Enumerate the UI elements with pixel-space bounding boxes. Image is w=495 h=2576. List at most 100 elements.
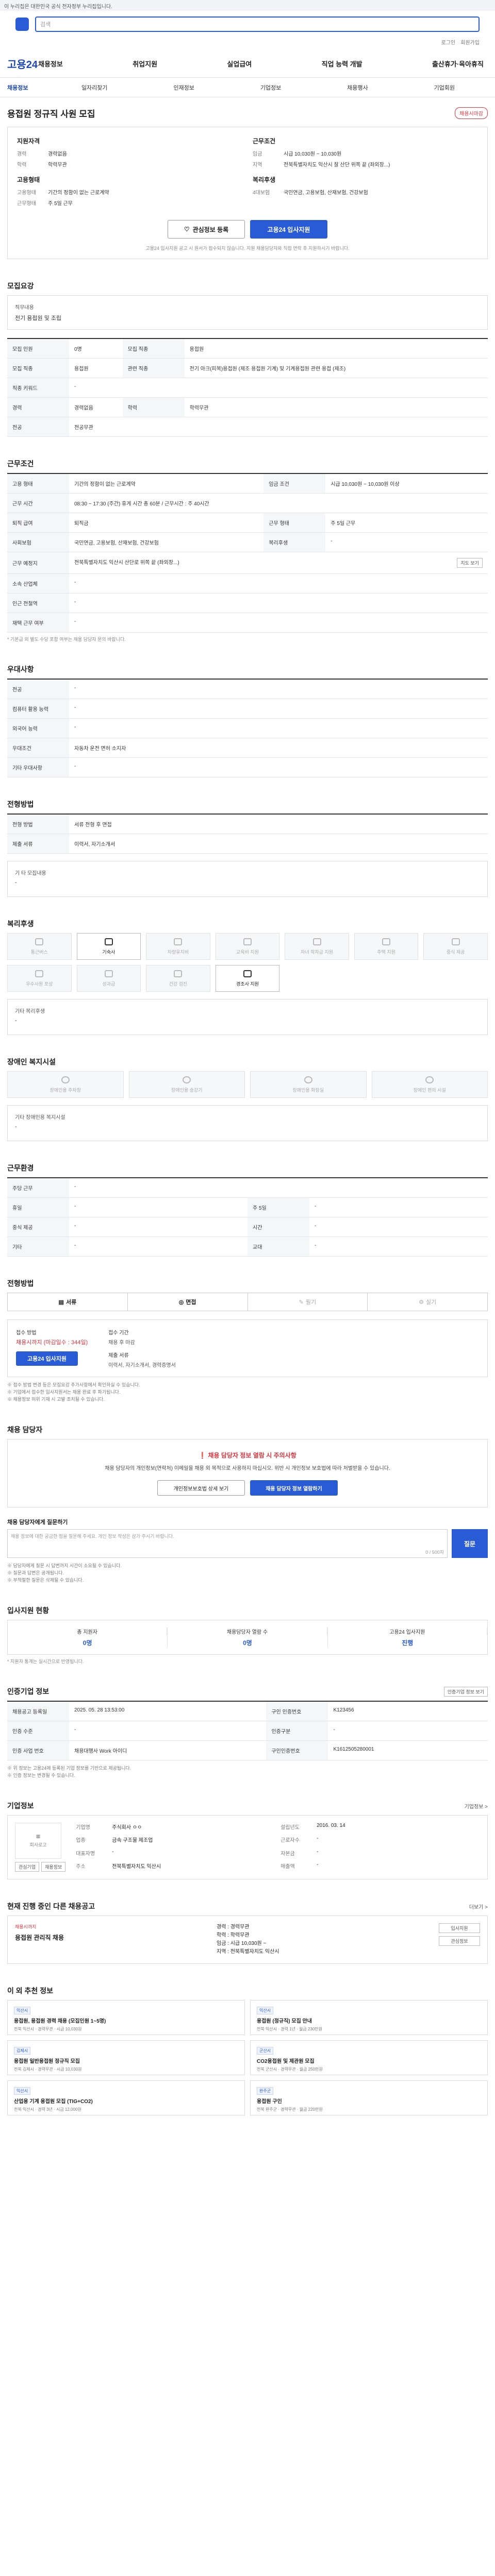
heart-icon: ♡ bbox=[184, 226, 190, 233]
privacy-law-button[interactable]: 개인정보보호법 상세 보기 bbox=[157, 1480, 245, 1496]
table-key: 제출 서류 bbox=[7, 834, 69, 854]
car-icon bbox=[174, 938, 183, 945]
lnb-item-find[interactable]: 일자리찾기 bbox=[81, 83, 108, 92]
recommend-card[interactable]: 김제시 용접원 일반용접원 정규직 모집 전북 김제시 · 경력무관 · 시급 10… bbox=[7, 2040, 245, 2075]
table-value: - bbox=[69, 699, 488, 719]
disabled-icons: 장애인용 주차장 장애인용 승강기 장애인용 화장실 장애인 편의 시설 bbox=[7, 1071, 488, 1098]
view-contact-button[interactable]: 채용 담당자 정보 열람하기 bbox=[250, 1480, 338, 1496]
status-note: * 지원자 통계는 실시간으로 반영됩니다. bbox=[7, 1659, 84, 1664]
welfare-label: 통근버스 bbox=[30, 949, 48, 955]
welfare-icons: 통근버스 기숙사 차량유지비 교육비 지원 자녀 학자금 지원 주택 지원 중식… bbox=[7, 933, 488, 992]
follow-company-button[interactable]: 관심기업 bbox=[15, 1862, 40, 1872]
recommend-card[interactable]: 익산시 산업용 기계 용접원 모집 (TIG+CO2) 전북 익산시 · 경력 3년… bbox=[7, 2080, 245, 2115]
other-job-title[interactable]: 용접원 관리직 채용 bbox=[15, 1933, 209, 1942]
welfare-etc-value: - bbox=[15, 1018, 17, 1024]
recommend-card[interactable]: 군산시 CO2용접원 및 제관원 모집 전북 군산시 · 경력무관 · 월급 250… bbox=[250, 2040, 488, 2075]
company-box: ▦ 회사로고 관심기업 채용정보 기업명 주식회사 ㅇㅇ 설립년도 2016. 03. … bbox=[7, 1815, 488, 1879]
scrap-button[interactable]: ♡ 관심정보 등록 bbox=[168, 220, 245, 239]
graduation-icon bbox=[312, 938, 321, 945]
welfare-etc-label: 기타 복리후생 bbox=[15, 1009, 45, 1014]
table-key: 기타 bbox=[7, 1236, 69, 1257]
apply-period: 접수 기간 채용 후 마감 제출 서류 이력서, 자기소개서, 경력증명서 bbox=[108, 1328, 176, 1368]
apply-online-button[interactable]: 고용24 입사지원 bbox=[16, 1351, 78, 1366]
step-written: ✎ 필기 bbox=[248, 1293, 368, 1311]
gnb-item-leave[interactable]: 출산휴가·육아휴직 bbox=[432, 59, 484, 69]
contact-heading: 채용 담당자 bbox=[7, 1426, 43, 1434]
cond-heading: 근무조건 bbox=[253, 138, 276, 145]
summary-key: 학력 bbox=[17, 162, 27, 168]
table-row: 경력 경력없음 학력 학력무관 bbox=[7, 397, 488, 417]
gnb-item-training[interactable]: 직업 능력 개발 bbox=[322, 59, 362, 69]
char-count: 0 / 500자 bbox=[425, 1550, 444, 1555]
signup-link[interactable]: 회원가입 bbox=[460, 38, 480, 46]
table-key: 전공 bbox=[7, 417, 69, 437]
summary-value: 학력무관 bbox=[48, 162, 67, 168]
table-value: 전북특별자치도 익산시 산단로 위쪽 끝 (좌외장...) bbox=[74, 560, 179, 566]
table-value: - bbox=[69, 613, 488, 633]
summary-value: 주 5일 근무 bbox=[48, 201, 73, 207]
other-scrap-button[interactable]: 관심정보 bbox=[439, 1936, 480, 1946]
disabled-etc-box: 기타 장애인용 복지시설 - bbox=[7, 1105, 488, 1141]
welfare-heading: 복리후생 bbox=[253, 176, 276, 183]
lnb-item-talent[interactable]: 인재정보 bbox=[173, 83, 194, 92]
company-key: 업종 bbox=[76, 1838, 86, 1844]
table-value: - bbox=[325, 532, 488, 552]
welfare-label: 자녀 학자금 지원 bbox=[301, 949, 334, 955]
summary-value: 경력없음 bbox=[48, 151, 67, 157]
disabled-etc-value: - bbox=[15, 1124, 17, 1130]
table-value: K1612505280001 bbox=[328, 1740, 488, 1760]
info-notes: ※ 위 정보는 고용24에 등록된 기업 정보를 기반으로 제공됩니다. ※ 인… bbox=[7, 1765, 488, 1779]
table-value: 채용대행사 Work 아이디 bbox=[69, 1740, 267, 1760]
other-apply-button[interactable]: 입사지원 bbox=[439, 1923, 480, 1933]
login-link[interactable]: 로그인 bbox=[441, 38, 456, 46]
question-submit-button[interactable]: 질문 bbox=[452, 1529, 488, 1558]
status-label: 총 지원자 bbox=[8, 1628, 168, 1635]
company-logo-text: 회사로고 bbox=[29, 1842, 47, 1848]
lnb-item-company[interactable]: 기업정보 bbox=[260, 83, 281, 92]
company-value: 2016. 03. 14 bbox=[317, 1823, 345, 1828]
gnb-item-jobs[interactable]: 채용정보 bbox=[38, 59, 63, 69]
company-jobs-button[interactable]: 채용정보 bbox=[41, 1862, 66, 1872]
table-value: 주 5일 근무 bbox=[325, 513, 488, 533]
tool-icon: ⚙ bbox=[419, 1299, 424, 1306]
other-job-card[interactable]: 채용시까지 용접원 관리직 채용 경력 : 경력무관 학력 : 학력무관 임금 … bbox=[7, 1916, 488, 1964]
search-row: 검색 bbox=[0, 10, 495, 38]
info-view-button[interactable]: 인증기업 정보 보기 bbox=[443, 1686, 488, 1697]
screen-heading: 전형방법 bbox=[7, 800, 34, 808]
table-key: 재택 근무 여부 bbox=[7, 613, 69, 633]
map-button[interactable]: 지도 보기 bbox=[457, 558, 483, 568]
company-logo: ▦ 회사로고 bbox=[15, 1823, 61, 1859]
recommend-card[interactable]: 익산시 용접원 (정규직) 모집 안내 전북 익산시 · 경력 1년 · 월급 23… bbox=[250, 2000, 488, 2035]
welfare-item: 차량유지비 bbox=[146, 933, 210, 960]
lnb-item-event[interactable]: 채용행사 bbox=[347, 83, 368, 92]
period-label: 접수 기간 bbox=[108, 1330, 129, 1336]
company-value: - bbox=[317, 1836, 319, 1842]
card-meta: 전북 익산시 · 경력 3년 · 시급 12,000원 bbox=[14, 2107, 81, 2112]
card-tag: 익산시 bbox=[14, 2007, 31, 2014]
company-link[interactable]: 기업정보 > bbox=[465, 1802, 488, 1810]
summary-note: 고용24 입사지원 공고 시 원서가 접수되지 않습니다. 지원 채용담당자와 … bbox=[145, 246, 350, 251]
other-more-link[interactable]: 더보기 > bbox=[469, 1903, 488, 1910]
contact-note: ※ 부적절한 질문은 삭제될 수 있습니다. bbox=[7, 1578, 84, 1583]
question-textarea[interactable]: 채용 정보에 대한 궁금한 점을 질문해 주세요. 개인 정보 작성은 삼가 주… bbox=[7, 1529, 448, 1558]
apply-note: ※ 기업에서 접수한 입사지원서는 채용 완료 후 파기됩니다. bbox=[7, 1389, 121, 1395]
recommend-card[interactable]: 완주군 용접원 구인 전북 완주군 · 경력무관 · 월급 220만원 bbox=[250, 2080, 488, 2115]
work-section: 근무조건 고용 형태 기간의 정함이 없는 근로계약 임금 조건 시급 10,030원… bbox=[7, 459, 488, 642]
table-row: 중식 제공 - 시간 - bbox=[7, 1217, 488, 1237]
welfare-label: 성과급 bbox=[102, 981, 116, 987]
table-value: - bbox=[69, 1236, 248, 1257]
lnb-item-member[interactable]: 기업회원 bbox=[434, 83, 455, 92]
doc-icon: ▤ bbox=[58, 1299, 64, 1306]
site-logo-icon[interactable] bbox=[15, 18, 29, 31]
table-key: 소속 산업체 bbox=[7, 573, 69, 594]
table-value: - bbox=[69, 378, 488, 398]
company-key: 주소 bbox=[76, 1863, 86, 1870]
gnb-item-support[interactable]: 취업지원 bbox=[133, 59, 157, 69]
recommend-card[interactable]: 익산시 용접원, 용접원 경력 채용 (모집인원 1~5명) 전북 익산시 · 경력… bbox=[7, 2000, 245, 2035]
brand-logo[interactable]: 고용24 bbox=[7, 56, 38, 71]
welfare-section: 복리후생 통근버스 기숙사 차량유지비 교육비 지원 자녀 학자금 지원 주택 … bbox=[7, 919, 488, 1035]
apply-button[interactable]: 고용24 입사지원 bbox=[250, 220, 327, 239]
summary-value: 국민연금, 고용보험, 산재보험, 건강보험 bbox=[284, 190, 368, 196]
search-input[interactable]: 검색 bbox=[35, 16, 480, 32]
gnb-item-unemployment[interactable]: 실업급여 bbox=[227, 59, 252, 69]
